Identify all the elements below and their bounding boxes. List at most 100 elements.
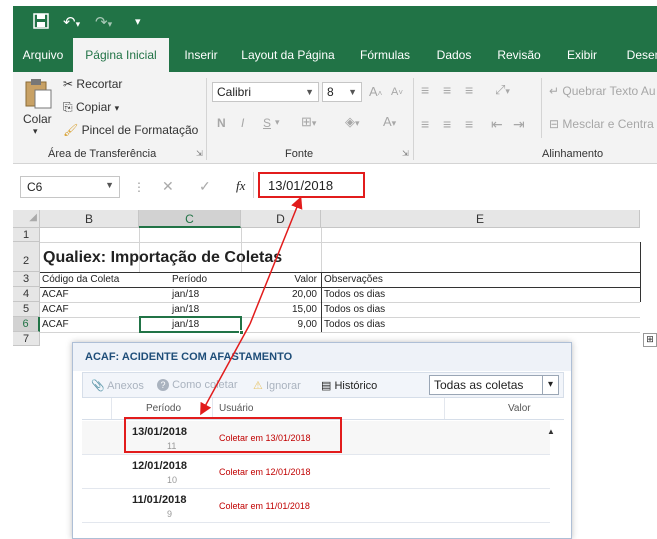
- shrink-font-icon[interactable]: A˅: [391, 86, 403, 98]
- tab-pagina-inicial[interactable]: Página Inicial: [73, 38, 169, 72]
- copy-button[interactable]: ⎘ Copiar ▾: [63, 100, 119, 115]
- align-right-icon[interactable]: ≡: [465, 116, 473, 132]
- tab-dados[interactable]: Dados: [429, 38, 479, 72]
- tab-revisao[interactable]: Revisão: [489, 38, 549, 72]
- chevron-down-icon: ▼: [348, 87, 357, 97]
- cell-b5[interactable]: ACAF: [42, 304, 69, 315]
- name-box[interactable]: C6 ▼: [20, 176, 120, 198]
- merge-center-button[interactable]: ⊟ Mesclar e Centra: [549, 117, 654, 131]
- cell-e4[interactable]: Todos os dias: [324, 289, 385, 300]
- column-header-c[interactable]: C: [139, 210, 241, 228]
- undo-icon[interactable]: ↶▾: [63, 13, 80, 31]
- align-top-icon[interactable]: ≡: [421, 82, 429, 98]
- column-header-d[interactable]: D: [241, 210, 321, 228]
- format-painter-button[interactable]: 🖌 Pincel de Formatação: [63, 123, 198, 137]
- row-header-1[interactable]: 1: [13, 228, 40, 242]
- how-to-collect-button[interactable]: ? Como coletar: [157, 379, 237, 391]
- tab-arquivo[interactable]: Arquivo: [13, 38, 73, 72]
- bold-button[interactable]: N: [217, 116, 226, 130]
- font-launcher-icon[interactable]: ⇲: [402, 149, 409, 158]
- cancel-icon[interactable]: ✕: [162, 178, 174, 195]
- paperclip-icon: 📎: [91, 380, 105, 392]
- cell-d4[interactable]: 20,00: [241, 289, 317, 300]
- attachments-button[interactable]: 📎 Anexos: [91, 379, 144, 392]
- row-header-5[interactable]: 5: [13, 302, 40, 317]
- paste-dropdown-icon[interactable]: ▾: [33, 126, 38, 137]
- paste-icon[interactable]: [23, 78, 53, 113]
- grow-font-icon[interactable]: A˄: [369, 84, 382, 99]
- chevron-down-icon: ▼: [105, 180, 114, 190]
- cell-d5[interactable]: 15,00: [241, 304, 317, 315]
- cell-c5[interactable]: jan/18: [172, 304, 199, 315]
- cell-c4[interactable]: jan/18: [172, 289, 199, 300]
- formula-input[interactable]: 13/01/2018: [258, 172, 365, 198]
- align-bottom-icon[interactable]: ≡: [465, 82, 473, 98]
- row-header-3[interactable]: 3: [13, 272, 40, 287]
- tab-formulas[interactable]: Fórmulas: [351, 38, 419, 72]
- insert-function-icon[interactable]: fx: [236, 178, 245, 194]
- increase-indent-icon[interactable]: ⇥: [513, 116, 525, 133]
- cell-b4[interactable]: ACAF: [42, 289, 69, 300]
- redo-icon[interactable]: ↷▾: [95, 13, 112, 31]
- header-select-cell: [82, 398, 112, 419]
- column-header-b[interactable]: B: [40, 210, 139, 228]
- dialog-row[interactable]: 12/01/2018 10 Coletar em 12/01/2018: [82, 455, 550, 489]
- dialog-row[interactable]: 11/01/2018 9 Coletar em 11/01/2018: [82, 489, 550, 523]
- tab-desenv[interactable]: Desenv: [617, 38, 657, 72]
- underline-button[interactable]: S: [263, 116, 271, 130]
- tab-exibir[interactable]: Exibir: [557, 38, 607, 72]
- column-header-usuario[interactable]: Usuário: [219, 403, 253, 414]
- clipboard-launcher-icon[interactable]: ⇲: [196, 149, 203, 158]
- fill-color-icon[interactable]: ◈▾: [345, 114, 360, 130]
- align-middle-icon[interactable]: ≡: [443, 82, 451, 98]
- dialog-title: ACAF: ACIDENTE COM AFASTAMENTO: [73, 343, 571, 371]
- header-periodo: Período: [172, 274, 208, 285]
- row-header-7[interactable]: 7: [13, 332, 40, 346]
- grid-line: [640, 242, 641, 302]
- font-size-combo[interactable]: 8 ▼: [322, 82, 362, 102]
- enter-icon[interactable]: ✓: [199, 178, 211, 195]
- scroll-up-icon[interactable]: ▲: [547, 427, 555, 436]
- more-options-icon: ⋮: [133, 180, 145, 194]
- ignore-button[interactable]: ⚠ Ignorar: [253, 379, 301, 392]
- tab-layout[interactable]: Layout da Página: [235, 38, 341, 72]
- copy-label: Copiar: [75, 100, 112, 114]
- header-valor: Valor: [294, 274, 317, 285]
- borders-icon[interactable]: ⊞▾: [301, 114, 316, 130]
- font-color-icon[interactable]: A▾: [383, 114, 396, 129]
- row-header-6[interactable]: 6: [13, 317, 40, 332]
- history-button[interactable]: ▤ Histórico: [321, 379, 377, 392]
- merge-center-label: Mesclar e Centra: [562, 117, 654, 131]
- fill-handle[interactable]: [239, 330, 244, 335]
- cell-e5[interactable]: Todos os dias: [324, 304, 385, 315]
- cell-e6[interactable]: Todos os dias: [324, 319, 385, 330]
- font-name-combo[interactable]: Calibri ▼: [212, 82, 319, 102]
- cell-b6[interactable]: ACAF: [42, 319, 69, 330]
- column-header-valor[interactable]: Valor: [508, 403, 531, 414]
- column-header-e[interactable]: E: [321, 210, 640, 228]
- decrease-indent-icon[interactable]: ⇤: [491, 116, 503, 133]
- align-center-icon[interactable]: ≡: [443, 116, 451, 132]
- quick-analysis-icon[interactable]: ⊞: [643, 333, 657, 347]
- cut-button[interactable]: ✂ Recortar: [63, 77, 122, 91]
- cell-c6[interactable]: jan/18: [172, 319, 199, 330]
- header-observacoes: Observações: [324, 274, 383, 285]
- column-header-periodo[interactable]: Período: [146, 403, 181, 414]
- save-icon[interactable]: [33, 13, 49, 33]
- wrap-text-button[interactable]: ↵ Quebrar Texto Au: [549, 84, 656, 98]
- italic-button[interactable]: I: [241, 116, 244, 130]
- paste-button[interactable]: Colar: [23, 112, 52, 126]
- orientation-icon[interactable]: ⤢▾: [495, 82, 510, 98]
- align-left-icon[interactable]: ≡: [421, 116, 429, 132]
- row-user: Coletar em 11/01/2018: [219, 501, 310, 511]
- customize-qat-icon[interactable]: ▾: [135, 15, 141, 28]
- cell-d6[interactable]: 9,00: [241, 319, 317, 330]
- select-all-corner[interactable]: ◢: [13, 210, 40, 228]
- underline-dropdown-icon[interactable]: ▾: [275, 117, 280, 128]
- tab-inserir[interactable]: Inserir: [173, 38, 229, 72]
- filter-dropdown[interactable]: Todas as coletas ▾: [429, 375, 559, 395]
- row-header-4[interactable]: 4: [13, 287, 40, 302]
- ignore-label: Ignorar: [265, 380, 301, 392]
- row-header-2[interactable]: 2: [13, 242, 40, 272]
- ribbon-separator: [541, 78, 542, 138]
